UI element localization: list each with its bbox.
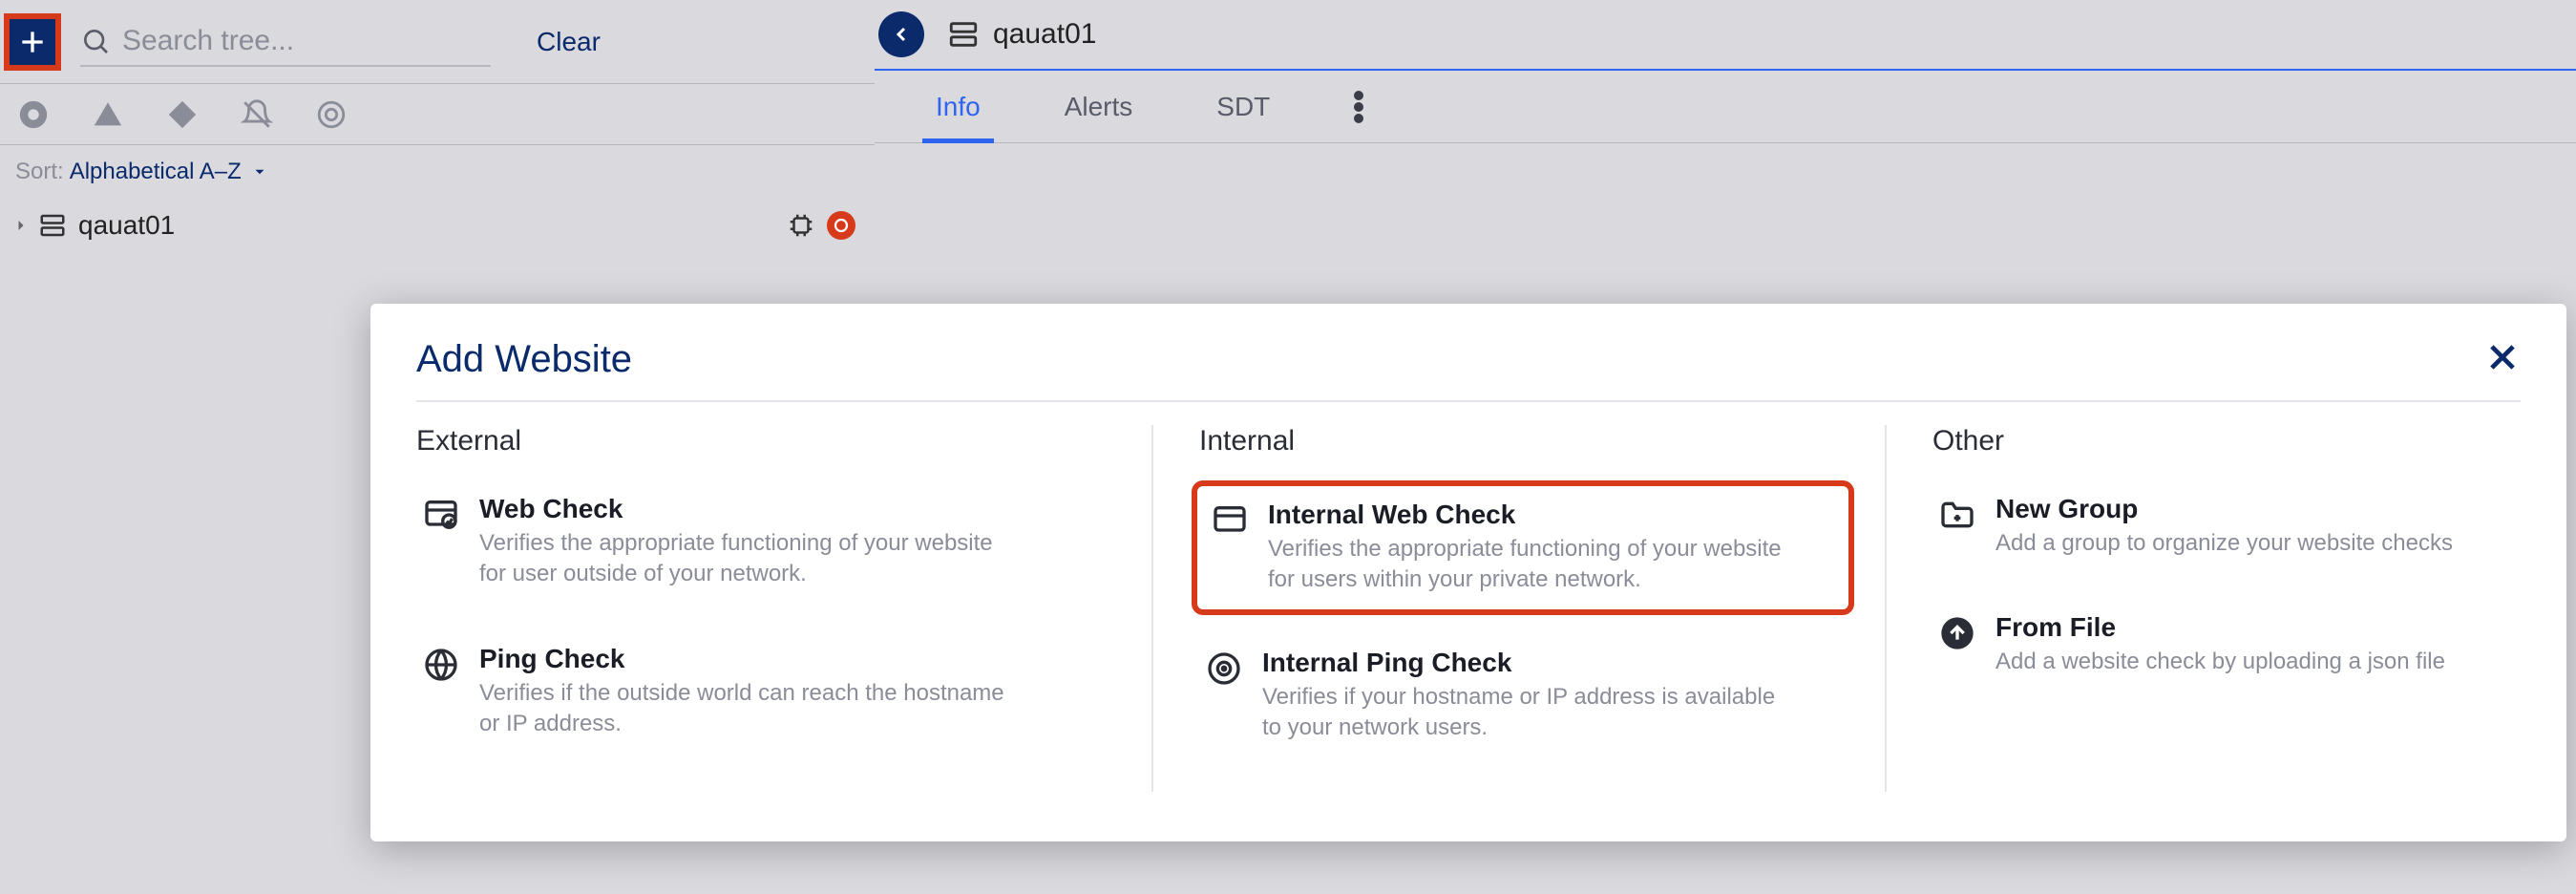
server-icon — [38, 211, 67, 240]
server-icon — [947, 18, 980, 51]
option-title: Ping Check — [479, 644, 1014, 674]
tab-alerts[interactable]: Alerts — [1065, 71, 1133, 142]
close-icon — [2484, 339, 2521, 375]
option-internal-ping-check[interactable]: Internal Ping Check Verifies if your hos… — [1199, 642, 1847, 750]
clear-button[interactable]: Clear — [537, 27, 601, 57]
bell-off-icon[interactable] — [241, 98, 273, 131]
back-button[interactable] — [878, 11, 924, 57]
option-title: Internal Ping Check — [1262, 648, 1797, 678]
option-ping-check[interactable]: Ping Check Verifies if the outside world… — [416, 638, 1113, 746]
page-title: qauat01 — [993, 18, 1096, 51]
search-field[interactable] — [80, 17, 491, 67]
modal-column-internal: Internal Internal Web Check Verifies the… — [1151, 425, 1887, 792]
toolbar: Clear — [0, 0, 875, 84]
status-icon[interactable] — [17, 98, 50, 131]
option-desc: Add a group to organize your website che… — [1995, 528, 2453, 559]
tab-sdt[interactable]: SDT — [1216, 71, 1270, 142]
diamond-icon[interactable] — [166, 98, 199, 131]
option-new-group[interactable]: New Group Add a group to organize your w… — [1932, 488, 2482, 564]
tab-label: SDT — [1216, 92, 1270, 122]
sort-value: Alphabetical A–Z — [70, 159, 242, 185]
browser-check-icon — [422, 496, 460, 534]
close-button[interactable] — [2484, 339, 2521, 380]
ping-target-icon — [1205, 649, 1243, 688]
chevron-right-icon[interactable] — [11, 216, 31, 235]
tree-item-label: qauat01 — [78, 210, 175, 241]
column-heading: External — [416, 425, 1113, 458]
alert-badge-icon[interactable] — [827, 211, 855, 240]
option-desc: Add a website check by uploading a json … — [1995, 647, 2445, 677]
folder-plus-icon — [1938, 496, 1976, 534]
option-desc: Verifies the appropriate functioning of … — [479, 528, 1014, 590]
option-internal-web-check[interactable]: Internal Web Check Verifies the appropri… — [1199, 488, 1847, 607]
sort-dropdown[interactable]: Alphabetical A–Z — [70, 159, 268, 185]
option-from-file[interactable]: From File Add a website check by uploadi… — [1932, 607, 2482, 683]
modal-column-other: Other New Group Add a group to organize … — [1887, 425, 2521, 792]
option-title: From File — [1995, 612, 2445, 643]
modal-column-external: External Web Check Verifies the appropri… — [416, 425, 1151, 792]
main-header: qauat01 — [875, 0, 2576, 71]
tree-item[interactable]: qauat01 — [0, 199, 875, 252]
chevron-left-icon — [890, 23, 913, 46]
search-input[interactable] — [122, 25, 491, 57]
add-button[interactable] — [4, 13, 61, 71]
option-web-check[interactable]: Web Check Verifies the appropriate funct… — [416, 488, 1113, 596]
chevron-down-icon — [251, 163, 268, 181]
option-title: Internal Web Check — [1268, 500, 1803, 530]
ping-globe-icon — [422, 646, 460, 684]
option-desc: Verifies if the outside world can reach … — [479, 678, 1014, 740]
warning-icon[interactable] — [92, 98, 124, 131]
tab-row: Info Alerts SDT — [875, 71, 2576, 143]
option-desc: Verifies the appropriate functioning of … — [1268, 534, 1803, 596]
chip-icon[interactable] — [787, 211, 815, 240]
tab-label: Info — [936, 92, 981, 122]
tab-info[interactable]: Info — [936, 71, 981, 142]
tab-more-menu[interactable] — [1354, 91, 1363, 123]
sort-label: Sort: — [15, 159, 64, 185]
add-website-modal: Add Website External Web Check Verifies … — [370, 304, 2566, 841]
filter-icon-row — [0, 84, 875, 145]
search-icon — [80, 26, 111, 56]
option-desc: Verifies if your hostname or IP address … — [1262, 682, 1797, 744]
sort-row: Sort: Alphabetical A–Z — [0, 145, 875, 199]
column-heading: Other — [1932, 425, 2482, 458]
upload-icon — [1938, 614, 1976, 652]
tab-label: Alerts — [1065, 92, 1133, 122]
column-heading: Internal — [1199, 425, 1847, 458]
option-title: New Group — [1995, 494, 2453, 524]
option-title: Web Check — [479, 494, 1014, 524]
target-icon[interactable] — [315, 98, 348, 131]
browser-icon — [1211, 501, 1249, 540]
modal-title: Add Website — [416, 338, 632, 381]
